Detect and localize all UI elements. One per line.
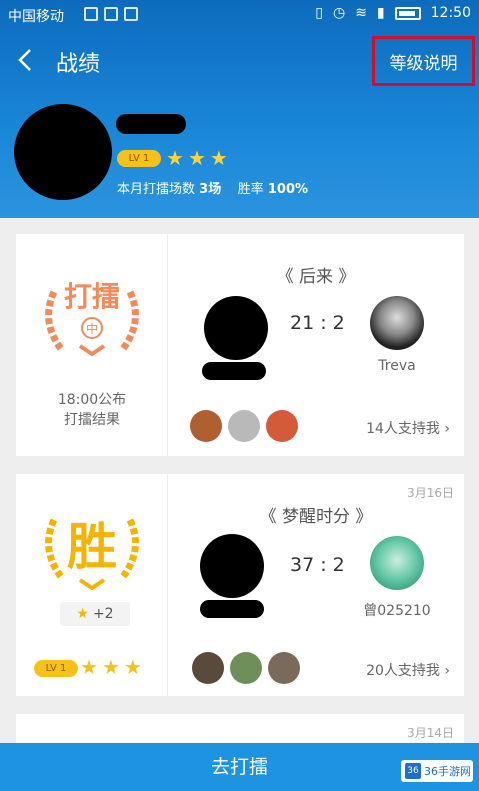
support-count: 14人支持我 xyxy=(366,421,440,437)
star-icon: ★ xyxy=(76,606,89,622)
supporter-avatars[interactable] xyxy=(192,652,300,684)
status-bar: 中国移动 ▯ ◷ ≋ ▮ 12:50 xyxy=(0,0,479,30)
support-link[interactable]: 20人支持我 › xyxy=(366,660,450,680)
chevron-right-icon: › xyxy=(444,421,450,437)
laurel-emblem-icon: 胜 xyxy=(45,518,139,590)
notification-icon xyxy=(84,7,98,21)
notification-icon xyxy=(104,7,118,21)
stats-label: 本月打擂场数 xyxy=(117,182,196,197)
page-title: 战绩 xyxy=(56,52,101,77)
opponent-name: Treva xyxy=(378,358,416,374)
stats-count: 3场 xyxy=(199,182,222,197)
supporter-avatar xyxy=(266,410,298,442)
emblem-text: 胜 xyxy=(67,518,117,576)
result-pane: 胜 ★ +2 LV 1 ★ ★ ★ xyxy=(16,474,168,696)
system-icons: ▯ ◷ ≋ ▮ 12:50 xyxy=(315,5,471,21)
level-badge: LV 1 xyxy=(34,660,78,677)
signal-icon: ▮ xyxy=(376,5,385,21)
chevron-left-icon[interactable] xyxy=(14,46,38,74)
star-icon: ★ xyxy=(187,146,206,170)
my-avatar xyxy=(200,534,264,598)
song-title: 《 后来 》 xyxy=(276,267,356,287)
battle-date: 3月16日 xyxy=(407,486,454,500)
level-stars: ★ ★ ★ xyxy=(80,655,142,679)
star-icon: ★ xyxy=(101,655,120,679)
my-avatar xyxy=(204,296,268,360)
emblem-sub: 中 xyxy=(86,321,98,336)
battle-date: 3月14日 xyxy=(407,726,454,740)
score: 21 : 2 xyxy=(290,312,345,334)
chevron-right-icon: › xyxy=(444,663,450,679)
opponent-avatar[interactable] xyxy=(370,296,424,350)
wifi-icon: ≋ xyxy=(355,5,367,21)
song-title: 《 梦醒时分 》 xyxy=(259,507,373,527)
result-pane: 打擂 中 18:00公布 打擂结果 xyxy=(16,234,168,456)
supporter-avatar xyxy=(230,652,262,684)
notification-icon xyxy=(124,7,138,21)
star-icon: ★ xyxy=(123,655,142,679)
bonus-value: +2 xyxy=(92,606,114,622)
my-name xyxy=(200,600,264,618)
username xyxy=(116,114,186,134)
star-icon: ★ xyxy=(209,146,228,170)
supporter-avatar xyxy=(228,410,260,442)
nav-bar: 战绩 等级说明 xyxy=(0,36,479,86)
battle-card[interactable]: 打擂 中 18:00公布 打擂结果 《 后来 》 21 : 2 Treva 14… xyxy=(16,234,464,456)
result-line: 18:00公布 xyxy=(57,392,127,408)
avatar[interactable] xyxy=(14,104,112,200)
my-name xyxy=(202,362,266,380)
level-stars: ★ ★ ★ xyxy=(166,146,228,170)
star-bonus: ★ +2 xyxy=(60,602,130,626)
star-icon: ★ xyxy=(80,655,98,679)
supporter-avatar xyxy=(192,652,224,684)
watermark-text: 36手游网 xyxy=(424,765,471,778)
alarm-icon: ◷ xyxy=(332,5,346,21)
laurel-emblem-icon: 打擂 中 xyxy=(45,280,139,357)
notification-icons xyxy=(84,7,138,21)
opponent-avatar[interactable] xyxy=(370,536,424,590)
profile-header: 中国移动 ▯ ◷ ≋ ▮ 12:50 战绩 等级说明 LV 1 ★ ★ ★ 本月… xyxy=(0,0,479,218)
result-line: 打擂结果 xyxy=(64,412,120,428)
watermark: 36 36手游网 xyxy=(401,760,473,782)
level-info-button[interactable]: 等级说明 xyxy=(372,36,475,86)
score: 37 : 2 xyxy=(290,554,345,576)
level-badge: LV 1 xyxy=(117,150,161,167)
support-link[interactable]: 14人支持我 › xyxy=(366,418,450,438)
opponent-name: 曾025210 xyxy=(363,603,431,619)
monthly-stats: 本月打擂场数 3场 胜率 100% xyxy=(117,178,308,197)
battery-icon xyxy=(394,6,421,20)
supporter-avatars[interactable] xyxy=(190,410,298,442)
supporter-avatar xyxy=(190,410,222,442)
result-note: 18:00公布 打擂结果 xyxy=(16,390,168,430)
winrate-label: 胜率 xyxy=(237,182,264,197)
supporter-avatar xyxy=(268,652,300,684)
emblem-text: 打擂 xyxy=(64,280,120,313)
support-count: 20人支持我 xyxy=(366,663,440,679)
clock: 12:50 xyxy=(430,5,471,21)
star-icon: ★ xyxy=(166,146,184,170)
carrier-label: 中国移动 xyxy=(8,9,64,25)
battle-card[interactable]: 3月16日 胜 ★ +2 LV 1 ★ ★ ★ 《 梦醒时分 》 37 : 2 … xyxy=(16,474,464,696)
vibrate-icon: ▯ xyxy=(315,5,323,21)
winrate-value: 100% xyxy=(267,182,309,197)
watermark-logo-icon: 36 xyxy=(405,763,421,779)
